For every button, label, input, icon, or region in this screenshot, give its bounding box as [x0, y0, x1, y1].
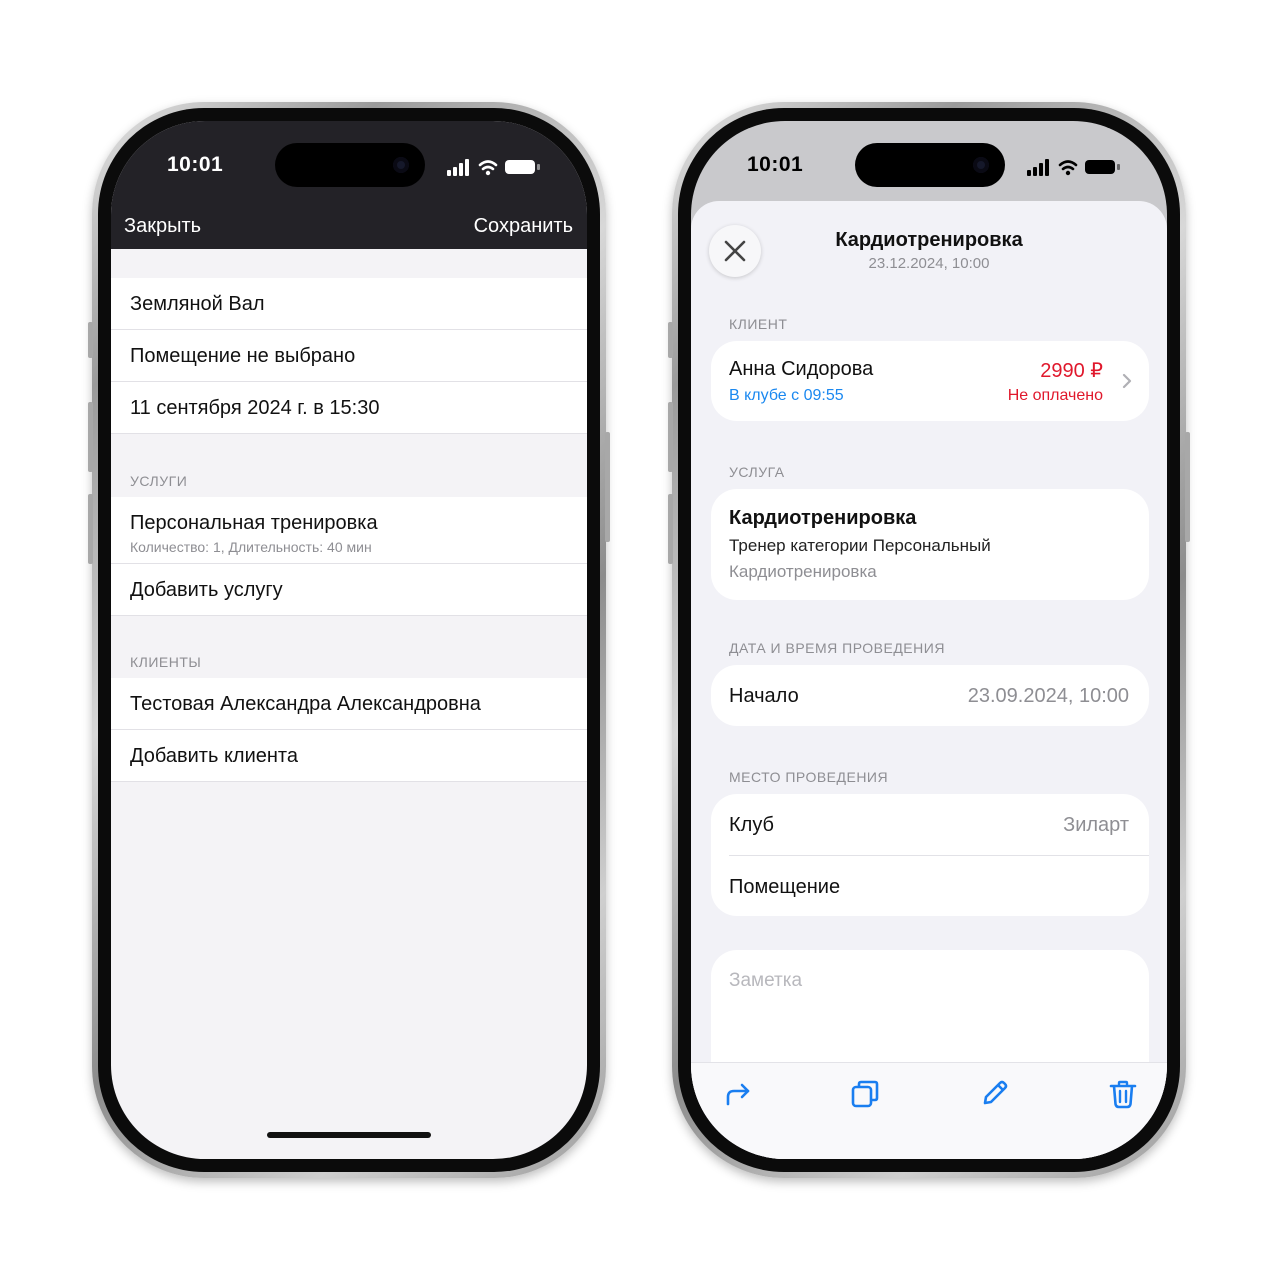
add-client-label: Добавить клиента — [130, 745, 298, 767]
bezel: 10:01 — [678, 108, 1180, 1172]
screen: 10:01 — [111, 121, 587, 1159]
camera-icon — [973, 157, 989, 173]
action-button — [88, 322, 93, 358]
close-button[interactable]: Закрыть — [124, 215, 201, 238]
start-card[interactable]: Начало 23.09.2024, 10:00 — [711, 665, 1149, 726]
trash-icon[interactable] — [1106, 1077, 1140, 1111]
battery-icon — [505, 160, 540, 174]
room-label: Помещение — [729, 876, 841, 898]
client-price: 2990 ₽ — [1040, 360, 1103, 382]
location-label: Земляной Вал — [130, 293, 265, 315]
location-row[interactable]: Земляной Вал — [111, 278, 587, 330]
page-title: Кардиотренировка — [835, 229, 1023, 251]
home-indicator[interactable] — [267, 1132, 431, 1138]
signal-icon — [447, 159, 469, 176]
service-title: Кардиотренировка — [729, 507, 917, 529]
bottom-toolbar — [691, 1062, 1167, 1159]
room-row[interactable]: Помещение не выбрано — [111, 330, 587, 382]
volume-down-button — [88, 494, 93, 564]
edit-icon[interactable] — [977, 1077, 1011, 1111]
room-label: Помещение не выбрано — [130, 345, 356, 367]
services-header: УСЛУГИ — [130, 473, 188, 489]
payment-status: Не оплачено — [1007, 387, 1103, 404]
club-value: Зиларт — [1063, 814, 1129, 836]
note-placeholder: Заметка — [729, 970, 803, 991]
volume-up-button — [88, 402, 93, 472]
nav-bar: 10:01 Закрыть Сохранить — [111, 121, 587, 249]
service-title: Персональная тренировка — [130, 512, 378, 534]
service-section-header: УСЛУГА — [729, 464, 785, 480]
status-icons — [447, 159, 540, 176]
add-service-row[interactable]: Добавить услугу — [111, 564, 587, 616]
share-icon[interactable] — [721, 1077, 755, 1111]
client-name: Анна Сидорова — [729, 358, 874, 380]
camera-icon — [393, 157, 409, 173]
client-name: Тестовая Александра Александровна — [130, 693, 481, 715]
add-client-row[interactable]: Добавить клиента — [111, 730, 587, 782]
clients-header: КЛИЕНТЫ — [130, 654, 202, 670]
status-bar: 10:01 — [111, 121, 587, 191]
place-card: Клуб Зиларт Помещение — [711, 794, 1149, 916]
page-subtitle: 23.12.2024, 10:00 — [868, 255, 990, 272]
status-icons — [1027, 159, 1120, 176]
club-label: Клуб — [729, 814, 774, 836]
start-value: 23.09.2024, 10:00 — [967, 685, 1129, 707]
client-card[interactable]: Анна Сидорова В клубе с 09:55 2990 ₽ Не … — [711, 341, 1149, 421]
volume-down-button — [668, 494, 673, 564]
save-button[interactable]: Сохранить — [474, 215, 573, 238]
status-time: 10:01 — [747, 153, 804, 176]
client-section-header: КЛИЕНТ — [729, 316, 788, 332]
action-button — [668, 322, 673, 358]
copy-icon[interactable] — [848, 1077, 882, 1111]
bezel: 10:01 — [98, 108, 600, 1172]
volume-up-button — [668, 402, 673, 472]
side-button — [1185, 432, 1190, 542]
club-row[interactable]: Клуб Зиларт — [711, 794, 1149, 855]
client-status: В клубе с 09:55 — [729, 387, 844, 404]
status-bar: 10:01 — [691, 121, 1167, 191]
detail-sheet: Кардиотренировка 23.12.2024, 10:00 КЛИЕН… — [691, 201, 1167, 1159]
service-row[interactable]: Персональная тренировка Количество: 1, Д… — [111, 497, 587, 564]
wifi-icon — [1058, 160, 1078, 171]
service-type: Кардиотренировка — [729, 562, 877, 581]
phone-left: 10:01 Закрыть Сохранить Земляной Вал Пом… — [88, 102, 610, 1178]
client-row[interactable]: Тестовая Александра Александровна — [111, 678, 587, 730]
screen: 10:01 — [691, 121, 1167, 1159]
datetime-row[interactable]: 11 сентября 2024 г. в 15:30 — [111, 382, 587, 434]
service-trainer: Тренер категории Персональный — [729, 536, 991, 555]
side-button — [605, 432, 610, 542]
chevron-right-icon — [1122, 373, 1132, 389]
place-section-header: МЕСТО ПРОВЕДЕНИЯ — [729, 769, 889, 785]
phone-right: 10:01 Кардиотренировка 23.12.2024, 10:00… — [668, 102, 1190, 1178]
wifi-icon — [478, 160, 498, 171]
add-service-label: Добавить услугу — [130, 579, 283, 601]
service-subtitle: Количество: 1, Длительность: 40 мин — [130, 539, 372, 555]
room-row[interactable]: Помещение — [711, 856, 1149, 916]
dynamic-island — [855, 143, 1005, 187]
signal-icon — [1027, 159, 1049, 176]
datetime-label: 11 сентября 2024 г. в 15:30 — [130, 397, 380, 419]
dynamic-island — [275, 143, 425, 187]
battery-icon — [1085, 160, 1120, 174]
start-label: Начало — [729, 685, 799, 707]
service-card: Кардиотренировка Тренер категории Персон… — [711, 489, 1149, 600]
status-time: 10:01 — [167, 153, 224, 176]
datetime-section-header: ДАТА И ВРЕМЯ ПРОВЕДЕНИЯ — [729, 640, 945, 656]
